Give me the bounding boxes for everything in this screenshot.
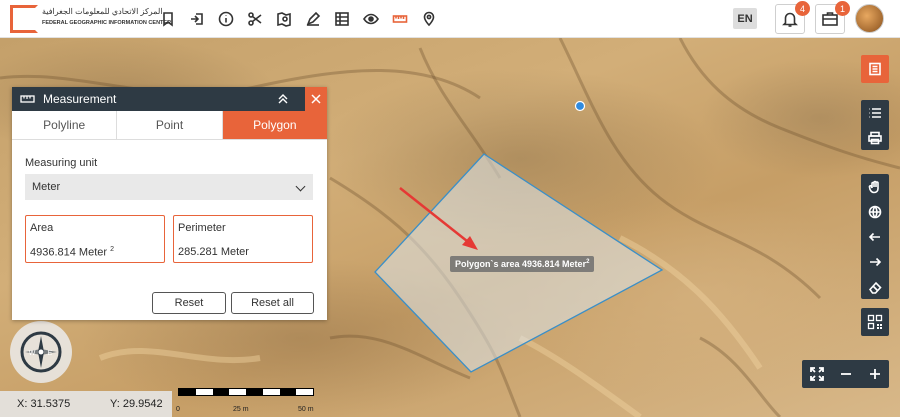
globe-icon bbox=[868, 205, 882, 218]
qr-code-button[interactable] bbox=[861, 308, 889, 336]
clear-graphics-button[interactable] bbox=[861, 274, 889, 299]
inbox-button[interactable]: 1 bbox=[815, 1, 850, 34]
collapse-chevron-icon[interactable] bbox=[276, 92, 290, 106]
perimeter-label: Perimeter bbox=[178, 222, 226, 234]
table-button[interactable] bbox=[330, 7, 353, 30]
print-button[interactable] bbox=[861, 125, 889, 150]
scale-label-0: 0 bbox=[176, 406, 180, 413]
tooltip-sup: 2 bbox=[586, 259, 590, 265]
tab-polygon[interactable]: Polygon bbox=[222, 111, 327, 139]
area-result-box: Area 4936.814 Meter 2 bbox=[25, 215, 165, 263]
print-icon bbox=[868, 131, 882, 144]
layer-list-button[interactable] bbox=[861, 100, 889, 125]
arrow-right-icon bbox=[870, 257, 882, 266]
map-search-button[interactable] bbox=[272, 7, 295, 30]
coordinates-readout: X: 31.5375 Y: 29.9542 bbox=[0, 391, 172, 417]
import-button[interactable] bbox=[185, 7, 208, 30]
measurement-panel: Measurement Polyline Point Polygon Measu… bbox=[12, 87, 327, 320]
bookmark-button[interactable] bbox=[156, 7, 179, 30]
notifications-badge: 4 bbox=[795, 1, 810, 16]
zoom-in-icon[interactable] bbox=[868, 367, 882, 381]
close-button[interactable] bbox=[305, 87, 327, 111]
full-extent-button[interactable] bbox=[861, 199, 889, 224]
measurement-tabs: Polyline Point Polygon bbox=[12, 111, 327, 140]
table-icon bbox=[334, 11, 349, 26]
inbox-badge: 1 bbox=[835, 1, 850, 16]
draw-button[interactable] bbox=[301, 7, 324, 30]
toolbar bbox=[156, 7, 440, 30]
coord-y: Y: 29.9542 bbox=[110, 398, 163, 410]
measurement-panel-header: Measurement bbox=[12, 87, 327, 111]
top-bar: المركز الاتحادي للمعلومات الجغرافية FEDE… bbox=[0, 0, 900, 38]
scale-bar-segments bbox=[178, 388, 314, 396]
arrow-left-icon bbox=[868, 232, 880, 241]
chevron-down-icon bbox=[295, 181, 306, 192]
qr-code-icon bbox=[867, 314, 883, 330]
clip-button[interactable] bbox=[243, 7, 266, 30]
ruler-icon bbox=[20, 95, 35, 103]
logo-english-text: FEDERAL GEOGRAPHIC INFORMATION CENTER bbox=[42, 20, 172, 26]
draw-icon bbox=[306, 11, 320, 26]
compass-e-label: E bbox=[48, 350, 53, 357]
panel-title: Measurement bbox=[43, 92, 117, 106]
scissors-icon bbox=[247, 11, 261, 26]
layers-tools-group bbox=[861, 100, 889, 150]
location-button[interactable] bbox=[417, 7, 440, 30]
compass-w-label: W bbox=[29, 350, 36, 357]
scale-label-50: 50 m bbox=[298, 406, 314, 413]
bookmark-icon bbox=[162, 11, 173, 27]
map-search-icon bbox=[276, 11, 291, 27]
info-icon bbox=[218, 11, 233, 26]
fullscreen-icon[interactable] bbox=[809, 367, 824, 381]
tab-polyline[interactable]: Polyline bbox=[12, 111, 118, 139]
navigation-tools-group bbox=[861, 174, 889, 299]
coord-x: X: 31.5375 bbox=[17, 398, 71, 410]
area-value: 4936.814 Meter 2 bbox=[30, 246, 114, 259]
perimeter-value: 285.281 Meter bbox=[178, 246, 249, 258]
info-button[interactable] bbox=[214, 7, 237, 30]
hand-icon bbox=[868, 180, 879, 193]
measuring-unit-label: Measuring unit bbox=[25, 157, 98, 169]
scale-label-25: 25 m bbox=[233, 406, 249, 413]
ruler-icon bbox=[392, 14, 407, 23]
logo[interactable]: المركز الاتحادي للمعلومات الجغرافية FEDE… bbox=[10, 4, 171, 34]
pan-button[interactable] bbox=[861, 174, 889, 199]
tab-point[interactable]: Point bbox=[117, 111, 223, 139]
scale-bar: 0 25 m 50 m bbox=[176, 388, 314, 416]
zoom-out-icon[interactable] bbox=[839, 367, 853, 381]
close-icon bbox=[311, 94, 321, 104]
user-avatar[interactable] bbox=[855, 4, 884, 33]
reset-button[interactable]: Reset bbox=[152, 292, 226, 314]
area-value-text: 4936.814 Meter bbox=[30, 246, 108, 259]
measurement-button[interactable] bbox=[388, 7, 411, 30]
eye-icon bbox=[362, 13, 379, 24]
document-list-icon bbox=[869, 62, 881, 76]
compass-widget[interactable]: W E bbox=[10, 321, 72, 383]
previous-extent-button[interactable] bbox=[861, 224, 889, 249]
location-pin-icon bbox=[423, 11, 434, 26]
area-value-sup: 2 bbox=[110, 246, 115, 253]
logo-frame-icon bbox=[10, 5, 38, 33]
zoom-controls bbox=[802, 360, 889, 388]
logo-arabic-text: المركز الاتحادي للمعلومات الجغرافية bbox=[42, 7, 163, 16]
visibility-button[interactable] bbox=[359, 7, 382, 30]
tooltip-text: Polygon`s area 4936.814 Meter bbox=[455, 259, 587, 269]
compass-icon: W E bbox=[20, 331, 62, 373]
measuring-unit-select[interactable]: Meter bbox=[25, 174, 313, 200]
measuring-unit-value: Meter bbox=[32, 181, 61, 193]
eraser-icon bbox=[868, 281, 882, 294]
next-extent-button[interactable] bbox=[861, 249, 889, 274]
polygon-area-tooltip: Polygon`s area 4936.814 Meter2 bbox=[450, 256, 595, 272]
list-icon bbox=[869, 107, 881, 118]
reset-all-button[interactable]: Reset all bbox=[231, 292, 314, 314]
import-icon bbox=[190, 12, 203, 25]
legend-button[interactable] bbox=[861, 55, 889, 83]
location-marker[interactable] bbox=[574, 100, 586, 112]
area-label: Area bbox=[30, 222, 54, 234]
notifications-button[interactable]: 4 bbox=[775, 1, 810, 34]
language-toggle[interactable]: EN bbox=[733, 8, 757, 29]
perimeter-result-box: Perimeter 285.281 Meter bbox=[173, 215, 313, 263]
